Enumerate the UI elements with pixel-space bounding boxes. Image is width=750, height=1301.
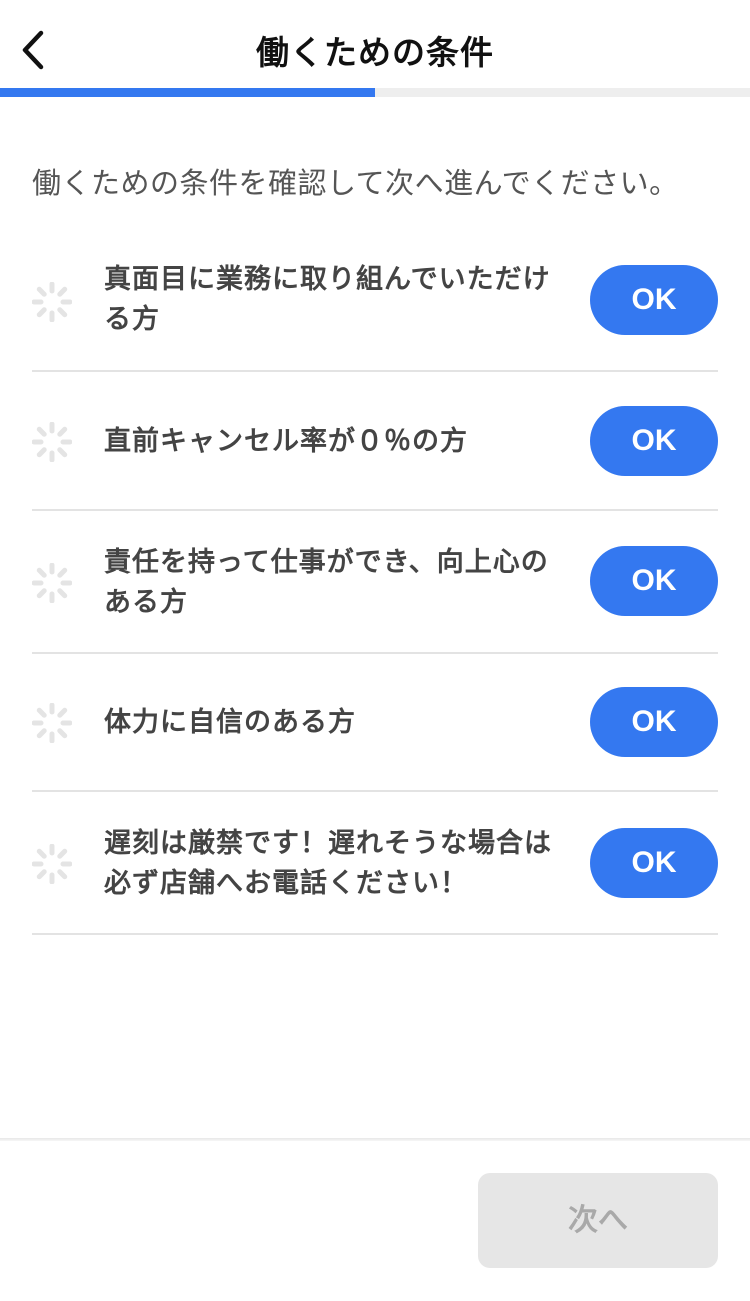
ok-button[interactable]: OK	[590, 687, 718, 757]
condition-text: 体力に自信のある方	[104, 707, 356, 738]
list-item: 責任を持って仕事ができ、向上心のある方 OK	[32, 511, 718, 654]
ok-button[interactable]: OK	[590, 265, 718, 335]
list-item: 真面目に業務に取り組んでいただける方 OK	[32, 232, 718, 372]
spinner-icon	[32, 703, 72, 743]
spinner-icon	[32, 422, 72, 462]
conditions-list: 真面目に業務に取り組んでいただける方 OK 直前キャンセル率が０％の方 OK 責…	[32, 232, 718, 935]
list-item: 直前キャンセル率が０％の方 OK	[32, 372, 718, 511]
ok-button[interactable]: OK	[590, 828, 718, 898]
spinner-icon	[32, 282, 72, 322]
spinner-icon	[32, 563, 72, 603]
spinner-icon	[32, 844, 72, 884]
header: 働くための条件	[0, 0, 750, 88]
ok-button[interactable]: OK	[590, 406, 718, 476]
condition-text: 責任を持って仕事ができ、向上心のある方	[104, 547, 549, 618]
footer-divider	[0, 1138, 750, 1141]
page-title: 働くための条件	[256, 33, 494, 72]
condition-text: 直前キャンセル率が０％の方	[104, 426, 468, 457]
progress-fill	[0, 88, 375, 97]
condition-text: 遅刻は厳禁です！遅れそうな場合は必ず店舗へお電話ください！	[104, 828, 552, 899]
next-button[interactable]: 次へ	[478, 1173, 718, 1268]
intro-text: 働くための条件を確認して次へ進んでください。	[32, 166, 679, 200]
list-item: 体力に自信のある方 OK	[32, 654, 718, 792]
progress-bar	[0, 88, 750, 97]
condition-text: 真面目に業務に取り組んでいただける方	[104, 264, 551, 335]
ok-button[interactable]: OK	[590, 546, 718, 616]
list-item: 遅刻は厳禁です！遅れそうな場合は必ず店舗へお電話ください！ OK	[32, 792, 718, 935]
